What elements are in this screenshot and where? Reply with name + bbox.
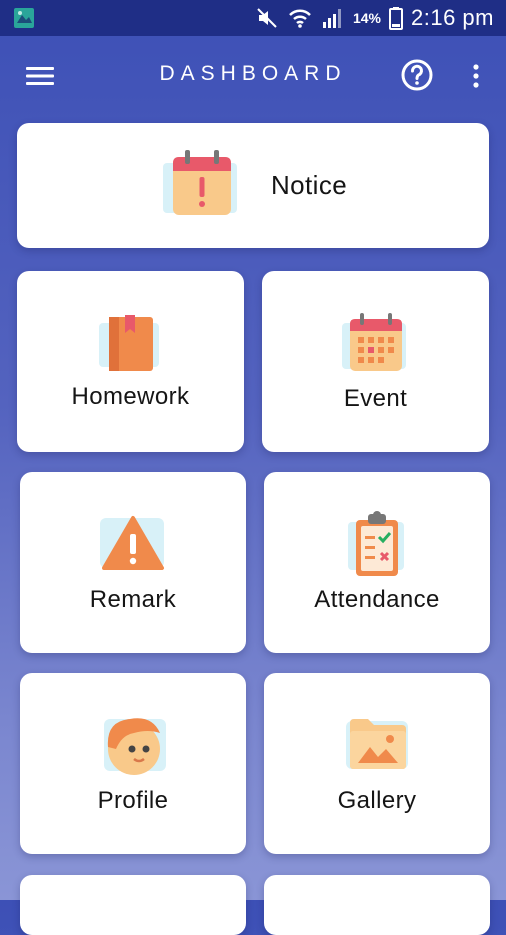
notice-tile[interactable]: Notice <box>17 123 489 248</box>
attendance-tile[interactable]: Attendance <box>264 472 490 653</box>
next-tile-right[interactable] <box>264 875 490 935</box>
book-icon <box>99 315 159 371</box>
wifi-icon <box>289 9 311 28</box>
attendance-label: Attendance <box>314 586 440 613</box>
event-label: Event <box>343 385 408 412</box>
signal-icon <box>322 9 341 28</box>
remark-label: Remark <box>89 586 177 613</box>
calendar-icon <box>342 313 406 371</box>
notice-label: Notice <box>271 170 348 200</box>
profile-label: Profile <box>97 787 169 814</box>
homework-label: Homework <box>71 383 190 410</box>
profile-tile[interactable]: Profile <box>20 673 246 854</box>
gallery-label: Gallery <box>337 787 417 814</box>
clock: 2:16 pm <box>411 5 494 30</box>
battery-percent: 14% <box>352 10 381 26</box>
app-bar: DASHBOARD <box>0 36 506 116</box>
help-icon[interactable] <box>400 58 434 92</box>
photo-folder-icon <box>346 719 408 769</box>
remark-tile[interactable]: Remark <box>20 472 246 653</box>
homework-tile[interactable]: Homework <box>17 271 244 452</box>
battery-icon <box>389 7 403 30</box>
warning-icon <box>100 516 164 570</box>
clipboard-checklist-icon <box>348 511 404 576</box>
gallery-tile[interactable]: Gallery <box>264 673 490 854</box>
status-bar: 14% 2:16 pm <box>0 0 506 36</box>
more-options-icon[interactable] <box>464 60 488 92</box>
next-tile-left[interactable] <box>20 875 246 935</box>
event-tile[interactable]: Event <box>262 271 489 452</box>
mute-icon <box>257 8 277 28</box>
app-notification-icon <box>14 8 34 28</box>
face-icon <box>104 718 166 775</box>
calendar-alert-icon <box>163 150 237 215</box>
